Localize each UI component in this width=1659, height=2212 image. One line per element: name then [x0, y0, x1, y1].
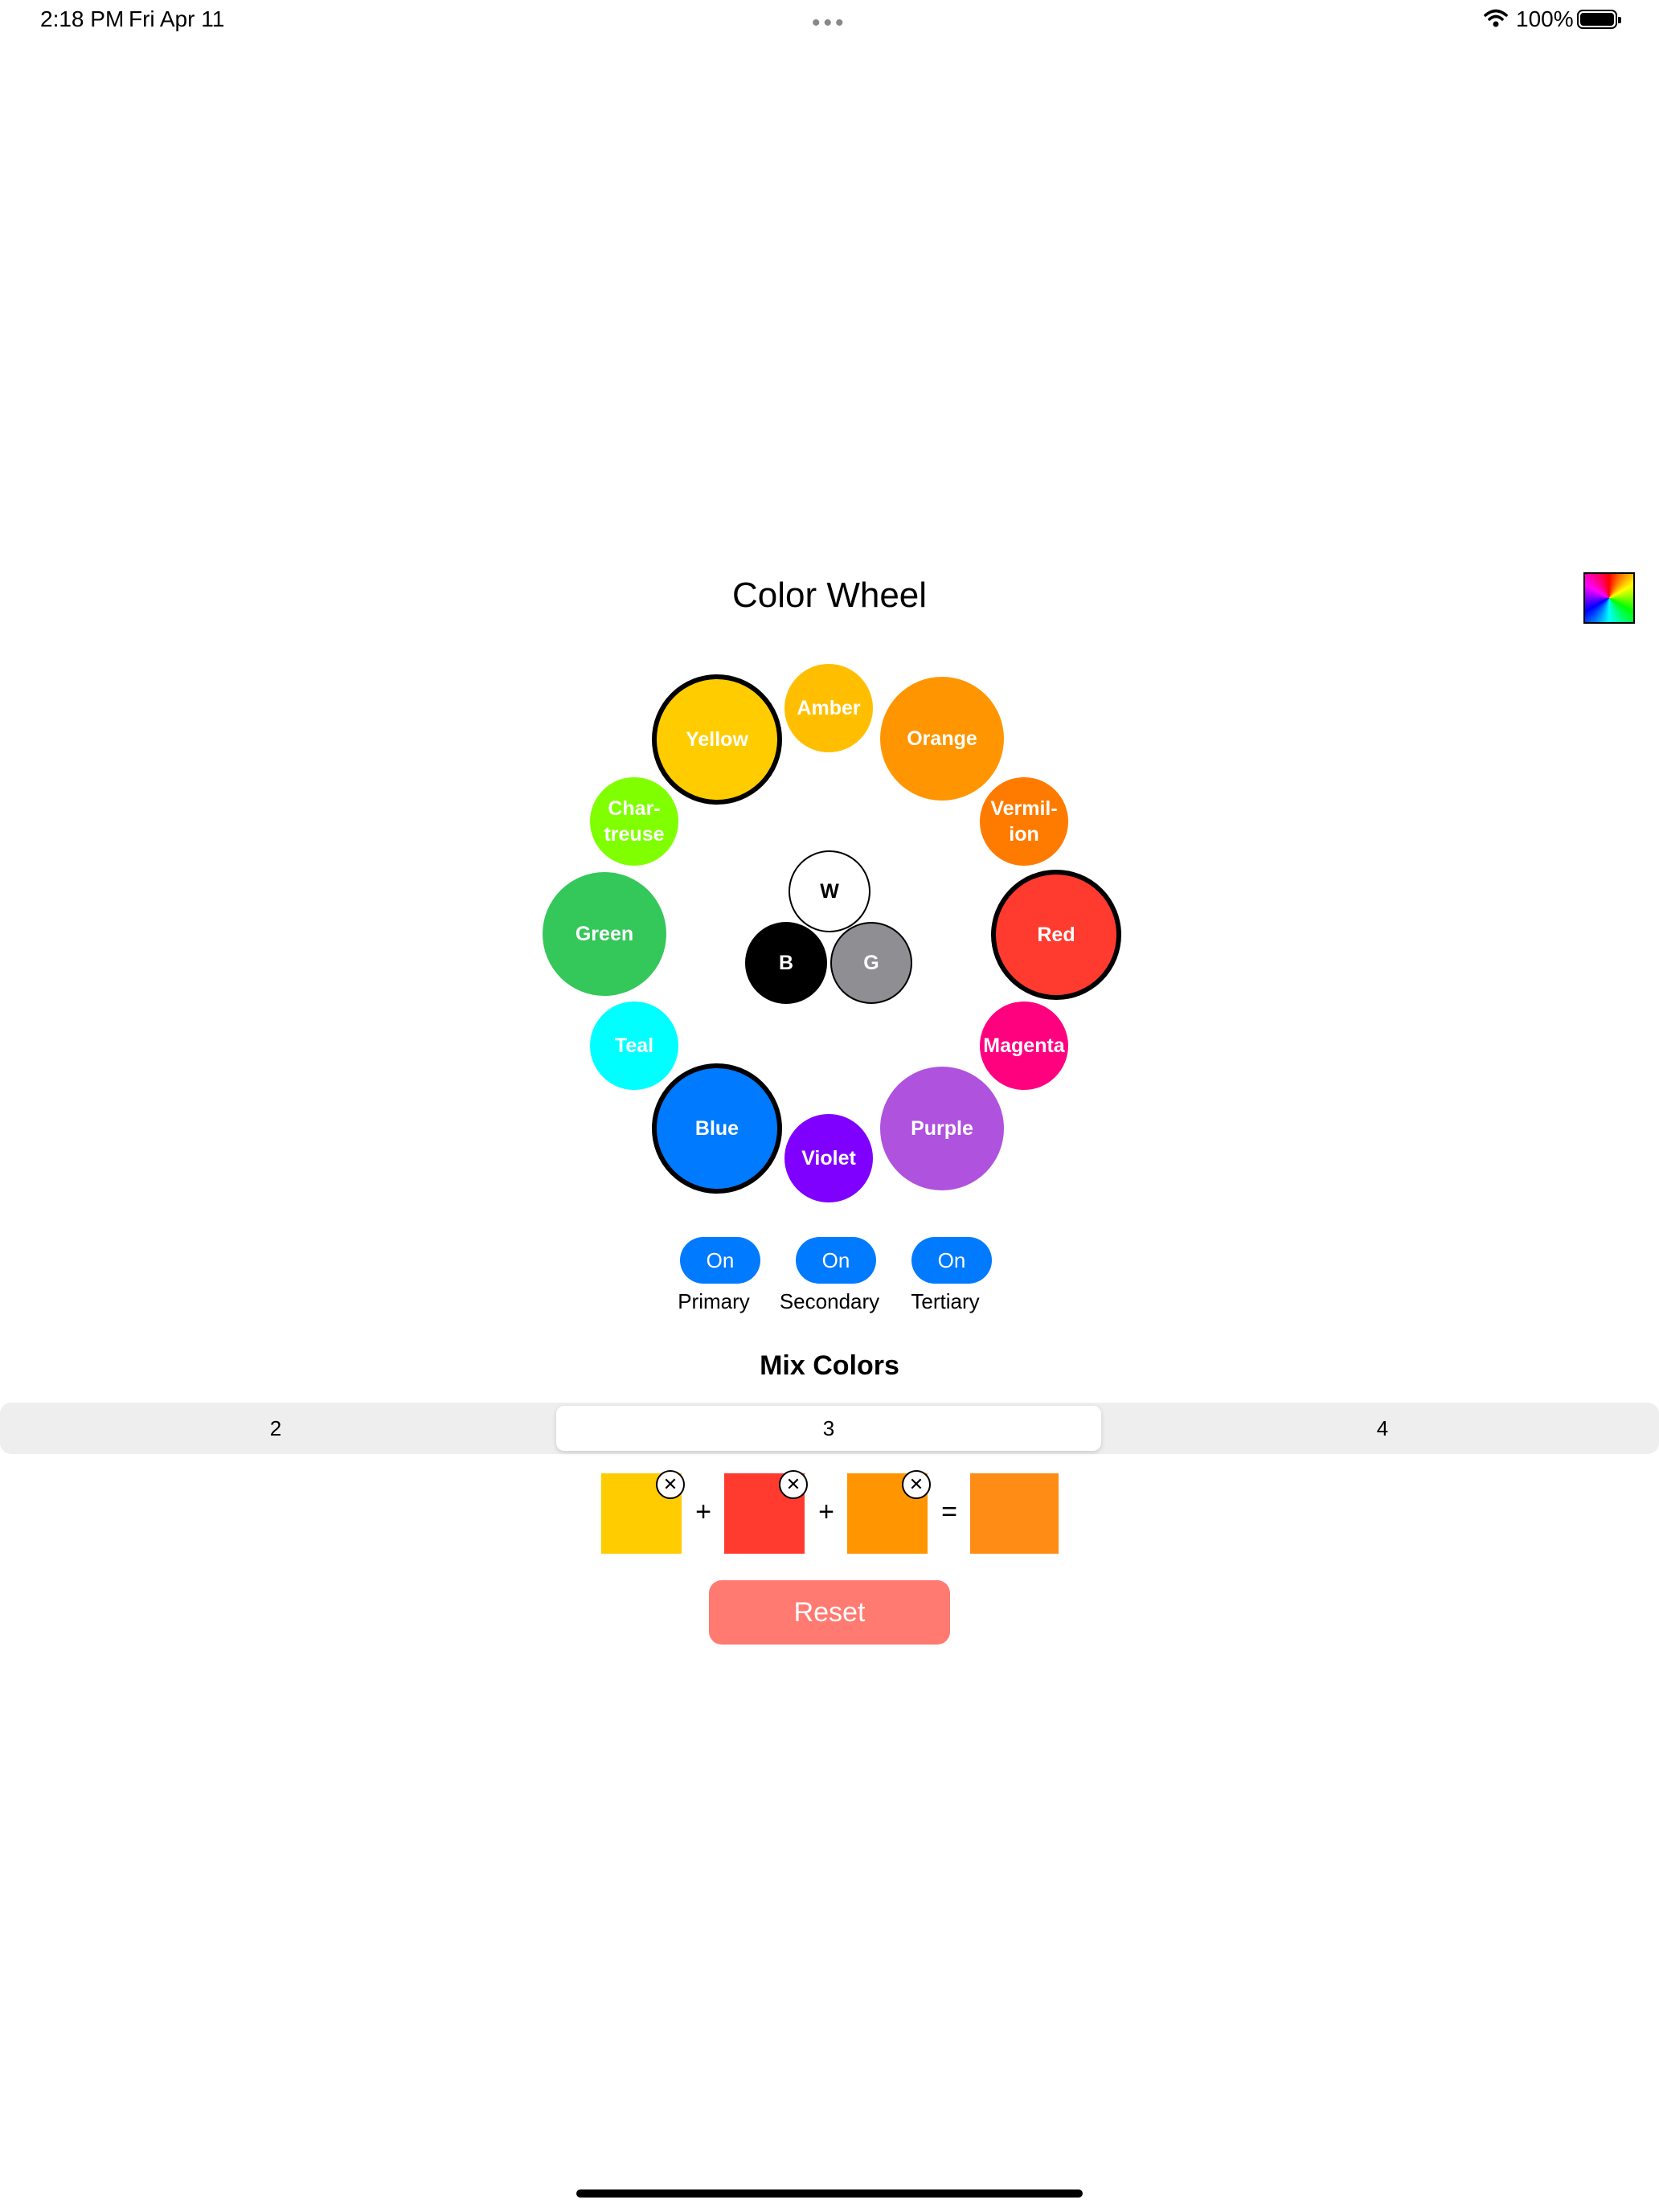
color-wheel-icon[interactable]	[1583, 572, 1635, 624]
status-time: 2:18 PM	[40, 6, 125, 31]
color-blue[interactable]: Blue	[652, 1063, 782, 1194]
color-magenta[interactable]: Magenta	[980, 1002, 1068, 1090]
wifi-icon	[1484, 9, 1508, 27]
color-violet[interactable]: Violet	[784, 1114, 873, 1202]
status-date: Fri Apr 11	[129, 6, 225, 31]
home-indicator[interactable]	[576, 2189, 1083, 2198]
color-amber[interactable]: Amber	[784, 664, 873, 752]
color-chartreuse[interactable]: Char- treuse	[590, 777, 678, 866]
segment-2[interactable]: 2	[0, 1403, 551, 1454]
tertiary-label: Tertiary	[911, 1289, 980, 1313]
color-vermilion[interactable]: Vermil- ion	[980, 777, 1068, 866]
color-black[interactable]: B	[745, 922, 827, 1004]
color-white[interactable]: W	[789, 850, 870, 932]
color-teal[interactable]: Teal	[590, 1002, 678, 1090]
mix-swatch-3[interactable]: ✕	[847, 1470, 931, 1554]
mix-swatch-2[interactable]: ✕	[724, 1470, 808, 1554]
equals-sign: =	[941, 1497, 957, 1527]
mix-colors-title: Mix Colors	[760, 1350, 899, 1381]
segment-4[interactable]: 4	[1106, 1403, 1659, 1454]
reset-button[interactable]: Reset	[709, 1580, 950, 1645]
multitasking-dots[interactable]: •••	[812, 10, 847, 37]
color-gray[interactable]: G	[830, 922, 912, 1004]
battery-percent: 100%	[1516, 6, 1574, 31]
page-title: Color Wheel	[731, 576, 928, 615]
remove-icon[interactable]: ✕	[779, 1470, 808, 1499]
primary-label: Primary	[678, 1289, 750, 1313]
mix-result-swatch	[970, 1473, 1059, 1554]
color-yellow[interactable]: Yellow	[652, 674, 782, 805]
primary-toggle[interactable]: On	[680, 1237, 760, 1284]
secondary-label: Secondary	[779, 1289, 880, 1313]
color-purple[interactable]: Purple	[880, 1067, 1004, 1190]
mix-swatch-1[interactable]: ✕	[601, 1470, 685, 1554]
battery-icon	[1577, 10, 1621, 29]
secondary-toggle[interactable]: On	[796, 1237, 876, 1284]
color-orange[interactable]: Orange	[880, 677, 1004, 801]
plus-sign: +	[695, 1497, 711, 1527]
remove-icon[interactable]: ✕	[656, 1470, 685, 1499]
mix-count-segmented-control: 2 3 4	[0, 1403, 1659, 1454]
remove-icon[interactable]: ✕	[902, 1470, 931, 1499]
tertiary-toggle[interactable]: On	[911, 1237, 992, 1284]
plus-sign: +	[818, 1497, 834, 1527]
color-green[interactable]: Green	[543, 872, 666, 996]
segment-3[interactable]: 3	[556, 1406, 1101, 1451]
color-red[interactable]: Red	[991, 870, 1121, 1000]
